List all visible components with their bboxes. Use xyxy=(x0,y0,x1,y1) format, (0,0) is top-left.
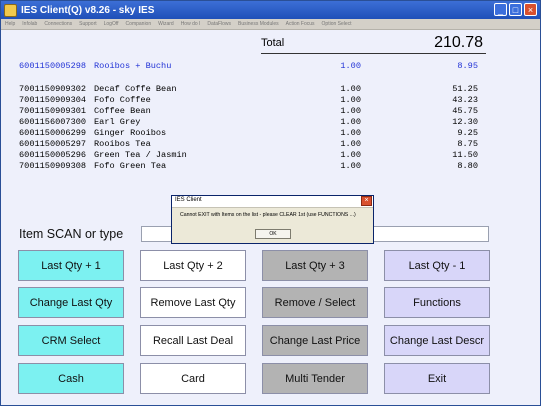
scan-label: Item SCAN or type xyxy=(19,227,124,241)
item-qty: 1.00 xyxy=(340,117,361,127)
menu-item-business-modules[interactable]: Business Modules xyxy=(238,21,279,27)
item-list: 6001150005298 Rooibos + Buchu 1.00 8.95 … xyxy=(19,61,489,172)
item-code: 7001150909308 xyxy=(19,161,87,171)
item-amount: 45.75 xyxy=(452,106,478,116)
item-qty: 1.00 xyxy=(340,95,361,105)
exit-button[interactable]: Exit xyxy=(384,363,490,394)
item-qty: 1.00 xyxy=(340,128,361,138)
item-code: 6001150006299 xyxy=(19,128,87,138)
menu-item-companion[interactable]: Companion xyxy=(126,21,152,27)
total-value: 210.78 xyxy=(434,34,483,51)
menu-item-connections[interactable]: Connections xyxy=(44,21,72,27)
remove-select-button[interactable]: Remove / Select xyxy=(262,287,368,318)
item-qty: 1.00 xyxy=(340,61,361,71)
list-item[interactable]: 7001150909304 Fofo Coffee 1.00 43.23 xyxy=(19,95,489,106)
last-qty-plus-3-button[interactable]: Last Qty + 3 xyxy=(262,250,368,281)
menu-item-support[interactable]: Support xyxy=(79,21,97,27)
item-amount: 11.50 xyxy=(452,150,478,160)
menu-bar: Help Infolab Connections Support LogOff … xyxy=(1,19,540,30)
dialog-message: Cannot EXIT with Items on the list - ple… xyxy=(180,212,356,218)
cash-button[interactable]: Cash xyxy=(18,363,124,394)
item-amount: 8.95 xyxy=(457,61,478,71)
menu-item-action-focus[interactable]: Action Focus xyxy=(286,21,315,27)
change-last-price-button[interactable]: Change Last Price xyxy=(262,325,368,356)
list-item-selected[interactable]: 6001150005298 Rooibos + Buchu 1.00 8.95 xyxy=(19,61,489,72)
item-amount: 8.80 xyxy=(457,161,478,171)
app-window: IES Client(Q) v8.26 - sky IES _ □ × Help… xyxy=(0,0,541,406)
window-title: IES Client(Q) v8.26 - sky IES xyxy=(21,4,155,16)
item-code: 6001150005297 xyxy=(19,139,87,149)
item-description: Fofo Coffee xyxy=(94,95,151,105)
maximize-icon[interactable]: □ xyxy=(509,3,522,16)
total-row: Total 210.78 xyxy=(261,34,486,54)
multi-tender-button[interactable]: Multi Tender xyxy=(262,363,368,394)
item-qty: 1.00 xyxy=(340,150,361,160)
item-code: 6001156007300 xyxy=(19,117,87,127)
list-item[interactable]: 6001150005296 Green Tea / Jasmin 1.00 11… xyxy=(19,150,489,161)
app-icon xyxy=(4,3,17,17)
item-code: 7001150909302 xyxy=(19,84,87,94)
error-dialog: IES Client × Cannot EXIT with Items on t… xyxy=(171,195,374,244)
list-item[interactable]: 7001150909302 Decaf Coffe Bean 1.00 51.2… xyxy=(19,84,489,95)
menu-item-infolab[interactable]: Infolab xyxy=(22,21,37,27)
dialog-title-bar: IES Client × xyxy=(172,196,373,208)
menu-item-logoff[interactable]: LogOff xyxy=(104,21,119,27)
item-qty: 1.00 xyxy=(340,139,361,149)
menu-item-wizard[interactable]: Wizard xyxy=(158,21,174,27)
list-item[interactable]: 6001150005297 Rooibos Tea 1.00 8.75 xyxy=(19,139,489,150)
item-code: 6001150005298 xyxy=(19,61,87,71)
crm-select-button[interactable]: CRM Select xyxy=(18,325,124,356)
change-last-descr-button[interactable]: Change Last Descr xyxy=(384,325,490,356)
item-description: Coffee Bean xyxy=(94,106,151,116)
item-qty: 1.00 xyxy=(340,106,361,116)
item-description: Rooibos + Buchu xyxy=(94,61,172,71)
item-amount: 43.23 xyxy=(452,95,478,105)
dialog-title: IES Client xyxy=(175,197,202,203)
item-description: Rooibos Tea xyxy=(94,139,151,149)
item-description: Decaf Coffe Bean xyxy=(94,84,177,94)
title-bar: IES Client(Q) v8.26 - sky IES _ □ × xyxy=(1,1,540,19)
close-icon[interactable]: × xyxy=(524,3,537,16)
item-description: Earl Grey xyxy=(94,117,141,127)
dialog-close-icon[interactable]: × xyxy=(361,196,372,206)
card-button[interactable]: Card xyxy=(140,363,246,394)
recall-last-deal-button[interactable]: Recall Last Deal xyxy=(140,325,246,356)
last-qty-minus-1-button[interactable]: Last Qty - 1 xyxy=(384,250,490,281)
item-description: Ginger Rooibos xyxy=(94,128,167,138)
list-item[interactable]: 6001156007300 Earl Grey 1.00 12.30 xyxy=(19,117,489,128)
item-amount: 51.25 xyxy=(452,84,478,94)
item-description: Green Tea / Jasmin xyxy=(94,150,187,160)
last-qty-plus-1-button[interactable]: Last Qty + 1 xyxy=(18,250,124,281)
item-qty: 1.00 xyxy=(340,84,361,94)
item-code: 6001150005296 xyxy=(19,150,87,160)
last-qty-plus-2-button[interactable]: Last Qty + 2 xyxy=(140,250,246,281)
item-amount: 12.30 xyxy=(452,117,478,127)
total-label: Total xyxy=(261,37,285,49)
item-code: 7001150909301 xyxy=(19,106,87,116)
window-controls: _ □ × xyxy=(494,3,537,16)
menu-item-help[interactable]: Help xyxy=(5,21,15,27)
menu-item-option-select[interactable]: Option Select xyxy=(322,21,352,27)
list-item[interactable]: 7001150909301 Coffee Bean 1.00 45.75 xyxy=(19,106,489,117)
change-last-qty-button[interactable]: Change Last Qty xyxy=(18,287,124,318)
item-amount: 9.25 xyxy=(457,128,478,138)
menu-item-dataflows[interactable]: DataFlows xyxy=(207,21,231,27)
item-code: 7001150909304 xyxy=(19,95,87,105)
item-description: Fofo Green Tea xyxy=(94,161,167,171)
item-qty: 1.00 xyxy=(340,161,361,171)
functions-button[interactable]: Functions xyxy=(384,287,490,318)
list-item[interactable]: 7001150909308 Fofo Green Tea 1.00 8.80 xyxy=(19,161,489,172)
item-amount: 8.75 xyxy=(457,139,478,149)
dialog-ok-button[interactable]: OK xyxy=(255,229,291,239)
list-item[interactable]: 6001150006299 Ginger Rooibos 1.00 9.25 xyxy=(19,128,489,139)
menu-item-how-do-i[interactable]: How do I xyxy=(181,21,201,27)
minimize-icon[interactable]: _ xyxy=(494,3,507,16)
remove-last-qty-button[interactable]: Remove Last Qty xyxy=(140,287,246,318)
